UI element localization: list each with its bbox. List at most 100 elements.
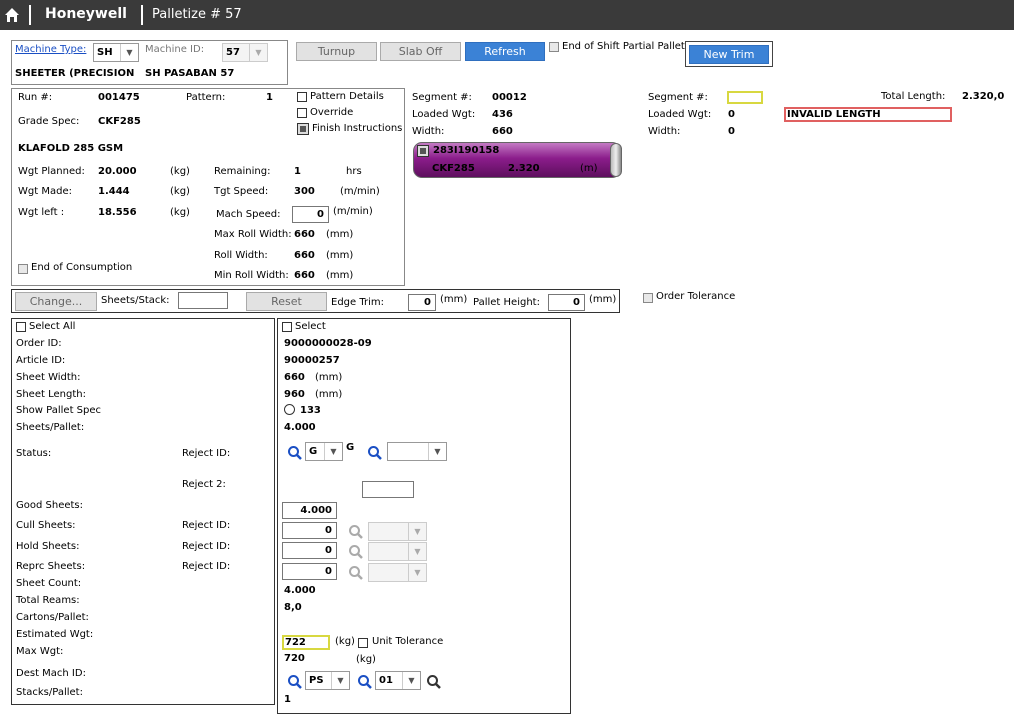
search-icon[interactable] [348,544,364,560]
grade-description: KLAFOLD 285 GSM [18,143,124,154]
wgt-planned-value: 20.000 [98,166,137,177]
change-button[interactable]: Change... [15,292,97,311]
end-consumption-checkbox[interactable] [18,264,28,274]
pallet-height-label: Pallet Height: [473,297,540,308]
sheet-width-value: 660 [284,372,305,383]
max-roll-value: 660 [294,229,315,240]
loaded-wgt-label: Loaded Wgt: [412,109,476,120]
wgt-planned-label: Wgt Planned: [18,166,85,177]
machine-id-select[interactable]: 57 ▼ [222,43,268,62]
segment-label: Segment #: [412,92,472,103]
roll-checkbox-icon[interactable] [417,145,429,157]
edge-trim-label: Edge Trim: [331,297,384,308]
end-shift-checkbox[interactable] [549,42,559,52]
chevron-down-icon: ▼ [428,443,446,460]
slab-off-button[interactable]: Slab Off [380,42,461,61]
brand-label: Honeywell [45,6,127,22]
min-roll-value: 660 [294,270,315,281]
sheet-length-label: Sheet Length: [16,389,86,400]
loaded-wgt-value: 436 [492,109,513,120]
finish-instructions-label[interactable]: Finish Instructions [312,123,402,134]
cull-reject-select[interactable]: ▼ [368,522,427,541]
search-icon[interactable] [287,445,303,461]
new-trim-button[interactable]: New Trim [689,45,769,64]
search-icon[interactable] [426,674,442,690]
search-icon[interactable] [348,565,364,581]
segment2-input[interactable] [727,91,763,104]
cull-sheets-input[interactable]: 0 [282,522,337,539]
estimated-wgt-input[interactable]: 722 [282,635,330,650]
select-order-checkbox[interactable] [282,322,292,332]
hold-reject-select[interactable]: ▼ [368,542,427,561]
sheets-stack-input[interactable] [178,292,228,309]
stacks-pallet-label: Stacks/Pallet: [16,687,83,698]
machine-type-select[interactable]: SH ▼ [93,43,139,62]
remaining-label: Remaining: [214,166,271,177]
checked-box-icon[interactable] [297,123,309,135]
pallet-height-input[interactable]: 0 [548,294,585,311]
mm-unit: (mm) [315,389,343,400]
dest-mach-select[interactable]: PS ▼ [305,671,350,690]
hold-sheets-input[interactable]: 0 [282,542,337,559]
roll-end-cap [610,143,622,177]
total-reams-value: 8,0 [284,602,302,613]
run-value: 001475 [98,92,140,103]
run-label: Run #: [18,92,53,103]
reject-id-select[interactable]: ▼ [387,442,447,461]
hrs-unit: hrs [346,166,362,177]
status-select[interactable]: G ▼ [305,442,343,461]
chevron-down-icon: ▼ [408,523,426,540]
search-icon[interactable] [348,524,364,540]
order-tolerance-label: Order Tolerance [656,291,736,302]
order-tolerance-checkbox[interactable] [643,293,653,303]
good-sheets-label: Good Sheets: [16,500,84,511]
search-icon[interactable] [287,674,303,690]
reject2-input[interactable] [362,481,414,498]
estimated-wgt-label: Estimated Wgt: [16,629,94,640]
remaining-value: 1 [294,166,301,177]
chevron-down-icon: ▼ [408,564,426,581]
tgt-speed-label: Tgt Speed: [214,186,269,197]
reject-id-label: Reject ID: [182,520,231,531]
pattern-label: Pattern: [186,92,226,103]
unit-tolerance-checkbox[interactable] [358,638,368,648]
invalid-length-field[interactable]: INVALID LENGTH [784,107,952,122]
override-checkbox[interactable] [297,108,307,118]
loaded-wgt2-value: 0 [728,109,735,120]
segment2-label: Segment #: [648,92,708,103]
machine-type-link[interactable]: Machine Type: [15,44,86,55]
pattern-value: 1 [266,92,273,103]
top-bar: Honeywell Palletize # 57 [0,0,1014,30]
reprc-sheets-input[interactable]: 0 [282,563,337,580]
mm-unit: (mm) [589,294,617,305]
pattern-details-checkbox[interactable] [297,92,307,102]
sheet-length-value: 960 [284,389,305,400]
tgt-speed-value: 300 [294,186,315,197]
unit-tolerance-label: Unit Tolerance [372,636,444,647]
stacks-pallet-value: 1 [284,694,291,705]
reset-button[interactable]: Reset [246,292,327,311]
kg-unit: (kg) [170,207,190,218]
kg-unit: (kg) [356,654,376,665]
select-all-checkbox[interactable] [16,322,26,332]
search-icon[interactable] [367,445,383,461]
turnup-button[interactable]: Turnup [296,42,377,61]
kg-unit: (kg) [170,186,190,197]
roll-length: 2.320 [508,163,540,174]
width-label: Width: [412,126,445,137]
reprc-reject-select[interactable]: ▼ [368,563,427,582]
good-sheets-input[interactable]: 4.000 [282,502,337,519]
wgt-left-value: 18.556 [98,207,137,218]
mm-unit: (mm) [440,294,468,305]
width2-value: 0 [728,126,735,137]
machine-name: SH PASABAN 57 [145,68,235,79]
select-all-label: Select All [29,321,76,332]
search-icon[interactable] [357,674,373,690]
mm-unit: (mm) [326,229,354,240]
dest-mach2-select[interactable]: 01 ▼ [375,671,421,690]
refresh-button[interactable]: Refresh [465,42,545,61]
edge-trim-input[interactable]: 0 [408,294,436,311]
home-icon[interactable] [4,7,20,23]
pallet-spec-radio[interactable] [284,404,295,415]
mach-speed-input[interactable]: 0 [292,206,329,223]
